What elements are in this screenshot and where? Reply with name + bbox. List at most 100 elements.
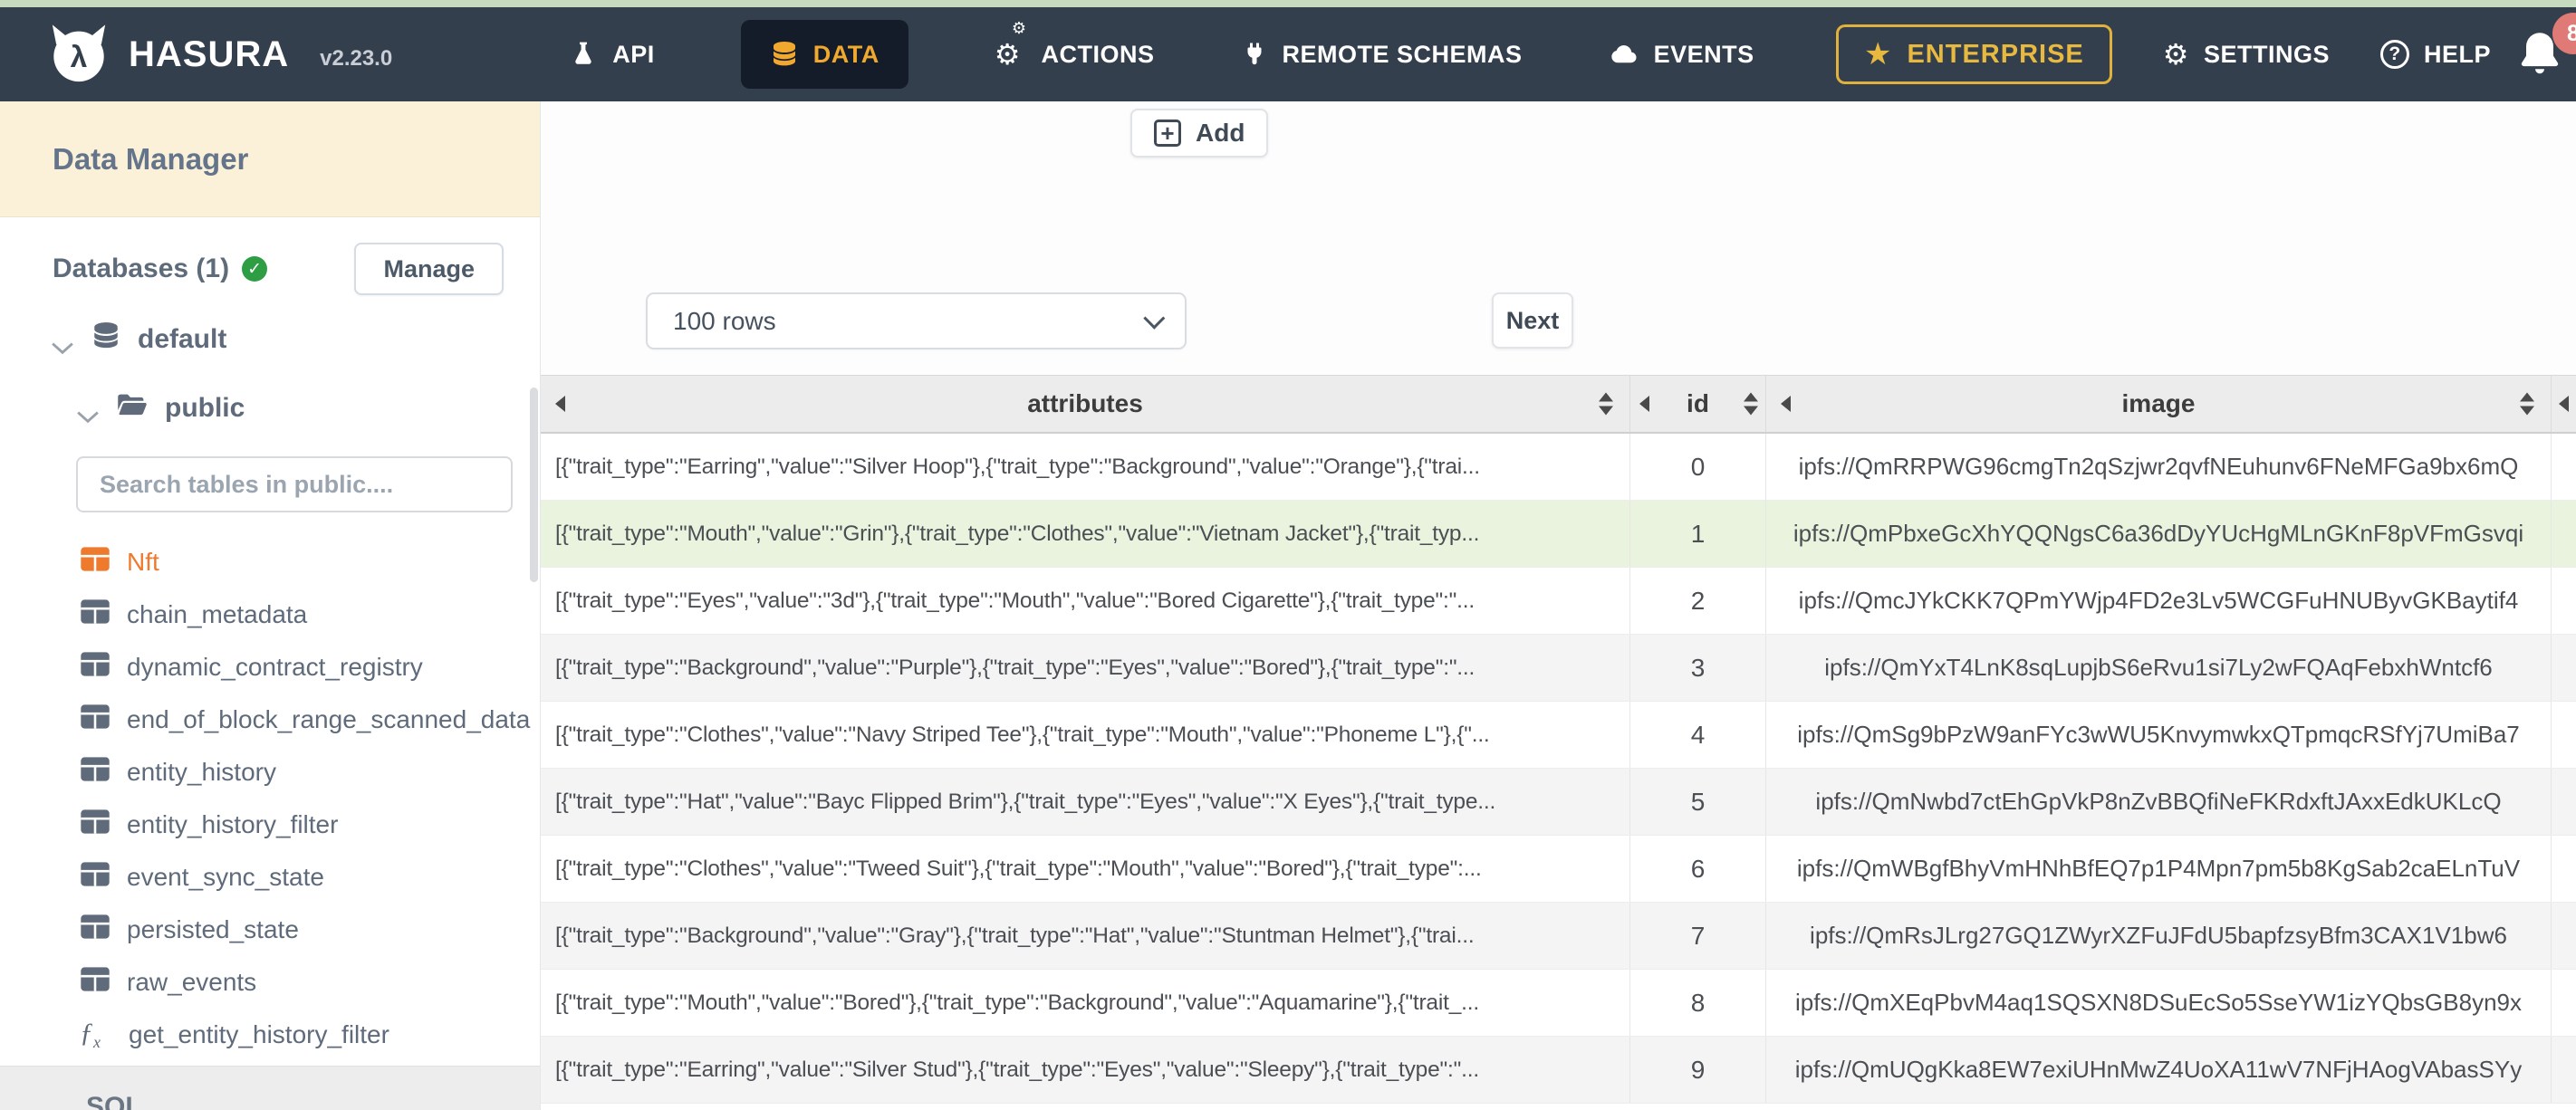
hasura-logo-icon: λ [47,21,111,89]
collapse-column-icon[interactable] [1781,396,1791,412]
rows-per-page-select[interactable]: 100 rows [646,292,1187,349]
cell-image[interactable]: ipfs://QmRsJLrg27GQ1ZWyrXZFuJFdU5bapfzsy… [1765,903,2551,969]
tree-node-schema[interactable]: public [76,380,540,436]
sidebar-item-entity-history[interactable]: entity_history [0,746,540,799]
cell-id[interactable]: 0 [1629,434,1765,500]
cell-image[interactable]: ipfs://QmUQgKka8EW7exiUHnMwZ4UoXA11wV7NF… [1765,1037,2551,1103]
sidebar-item-event-sync-state[interactable]: event_sync_state [0,851,540,904]
table-icon [80,914,111,946]
column-header-image[interactable]: image [1765,376,2551,432]
table-icon [80,966,111,999]
table-name: dynamic_contract_registry [127,653,423,681]
table-row-partial [541,1104,2576,1110]
table-name: persisted_state [127,915,299,943]
search-tables-input[interactable] [76,456,513,512]
cell-image[interactable]: ipfs://QmNwbd7ctEhGpVkP8nZvBBQfiNeFKRdxf… [1765,769,2551,835]
cell-image[interactable]: ipfs://QmcJYkCKK7QPmYWjp4FD2e3Lv5WCGFuHN… [1765,568,2551,634]
cell-id[interactable]: 7 [1629,903,1765,969]
sort-arrows-icon[interactable] [1744,392,1758,416]
collapse-column-icon[interactable] [1639,396,1649,412]
cell-image[interactable]: ipfs://QmSg9bPzW9anFYc3wWU5KnvymwkxQTpmq… [1765,702,2551,768]
enterprise-label: ENTERPRISE [1907,39,2084,69]
chevron-down-icon[interactable] [51,332,74,355]
sidebar-item-raw-events[interactable]: raw_events [0,956,540,1009]
cell-attributes[interactable]: [{"trait_type":"Clothes","value":"Navy S… [541,702,1629,768]
sort-arrows-icon[interactable] [2520,392,2534,416]
cell-partial [2551,501,2576,567]
cell-image[interactable]: ipfs://QmWBgfBhyVmHNhBfEQ7p1P4Mpn7pm5b8K… [1765,836,2551,902]
nav-item-data[interactable]: DATA [740,20,908,89]
top-strip [0,0,2576,7]
cell-image[interactable]: ipfs://QmXEqPbvM4aq1SQSXN8DSuEcSo5SseYW1… [1765,970,2551,1036]
cell-id[interactable]: 9 [1629,1037,1765,1103]
cell-partial [2551,568,2576,634]
column-label: id [1687,389,1709,417]
nav-item-api[interactable]: API [569,40,655,69]
cell-attributes[interactable]: [{"trait_type":"Background","value":"Gra… [541,903,1629,969]
cell-id[interactable]: 8 [1629,970,1765,1036]
nav-item-remote-schemas[interactable]: REMOTE SCHEMAS [1241,41,1523,69]
cell-attributes[interactable]: [{"trait_type":"Eyes","value":"3d"},{"tr… [541,568,1629,634]
cell-partial [2551,836,2576,902]
nav-item-settings[interactable]: ⚙ SETTINGS [2163,40,2330,69]
tree-node-database[interactable]: default [51,311,540,368]
table-name: event_sync_state [127,863,324,891]
collapse-column-icon[interactable] [2559,396,2569,412]
cell-image[interactable]: ipfs://QmPbxeGcXhYQQNgsC6a36dDyYUcHgMLnG… [1765,501,2551,567]
sql-section-label[interactable]: SQL [86,1092,142,1110]
enterprise-button[interactable]: ★ ENTERPRISE [1835,24,2112,84]
collapse-column-icon[interactable] [555,396,565,412]
sidebar-item-dynamic-contract-registry[interactable]: dynamic_contract_registry [0,641,540,694]
cell-attributes[interactable]: [{"trait_type":"Hat","value":"Bayc Flipp… [541,769,1629,835]
notifications-bell[interactable]: 8 [2513,13,2576,83]
cell-id[interactable]: 5 [1629,769,1765,835]
svg-text:λ: λ [71,41,88,74]
cell-id[interactable]: 3 [1629,635,1765,701]
nav-item-help[interactable]: ? HELP [2379,40,2491,69]
cell-attributes[interactable]: [{"trait_type":"Mouth","value":"Grin"},{… [541,501,1629,567]
rows-select-value: 100 rows [673,306,776,335]
cell-attributes[interactable]: [{"trait_type":"Clothes","value":"Tweed … [541,836,1629,902]
cell-id[interactable]: 2 [1629,568,1765,634]
table-row: [{"trait_type":"Background","value":"Gra… [541,903,2576,970]
sidebar-item-nft[interactable]: Nft [0,536,540,588]
sidebar-item-entity-history-filter[interactable]: entity_history_filter [0,799,540,851]
sidebar-item-get-entity-history-filter[interactable]: ƒx get_entity_history_filter [0,1009,540,1061]
check-circle-icon: ✓ [242,256,268,282]
nav-item-events[interactable]: EVENTS [1609,39,1754,70]
nav-label: HELP [2423,40,2491,68]
sidebar-item-persisted-state[interactable]: persisted_state [0,904,540,956]
table-row: [{"trait_type":"Clothes","value":"Tweed … [541,836,2576,903]
data-manager-sidebar: Data Manager Databases (1) ✓ Manage defa… [0,101,541,1110]
gear-icon: ⚙ [2162,38,2189,71]
cell-image[interactable]: ipfs://QmYxT4LnK8sqLupjbS6eRvu1si7Ly2wFQ… [1765,635,2551,701]
cell-attributes[interactable]: [{"trait_type":"Earring","value":"Silver… [541,1037,1629,1103]
sidebar-item-end-of-block-range-scanned-data[interactable]: end_of_block_range_scanned_data [0,694,540,746]
hasura-console: λ HASURA v2.23.0 API DATA ⚙ ⚙ ACTIONS RE… [0,0,2576,1110]
brand-name: HASURA [129,33,290,74]
next-page-button[interactable]: Next [1492,292,1573,349]
sidebar-item-chain-metadata[interactable]: chain_metadata [0,588,540,641]
sidebar-scrollbar[interactable] [530,388,538,582]
add-row-button[interactable]: + Add [1130,109,1269,158]
brand-group[interactable]: λ HASURA v2.23.0 [47,21,392,89]
cell-id[interactable]: 4 [1629,702,1765,768]
cell-partial [2551,903,2576,969]
folder-open-icon [116,391,149,426]
cell-attributes[interactable]: [{"trait_type":"Mouth","value":"Bored"},… [541,970,1629,1036]
chevron-down-icon[interactable] [76,401,100,424]
column-header-id[interactable]: id [1629,376,1765,432]
sidebar-header: Data Manager [0,101,540,217]
cell-id[interactable]: 1 [1629,501,1765,567]
rows-table: attributes id image [{"trait_type":"Earr… [541,375,2576,1110]
table-icon [80,546,111,579]
nav-item-actions[interactable]: ⚙ ⚙ ACTIONS [995,20,1155,69]
column-header-attributes[interactable]: attributes [541,376,1629,432]
manage-button[interactable]: Manage [354,243,504,295]
sort-arrows-icon[interactable] [1599,392,1613,416]
cell-attributes[interactable]: [{"trait_type":"Background","value":"Pur… [541,635,1629,701]
function-icon: ƒx [80,1018,101,1051]
cell-attributes[interactable]: [{"trait_type":"Earring","value":"Silver… [541,434,1629,500]
cell-id[interactable]: 6 [1629,836,1765,902]
cell-image[interactable]: ipfs://QmRRPWG96cmgTn2qSzjwr2qvfNEuhunv6… [1765,434,2551,500]
